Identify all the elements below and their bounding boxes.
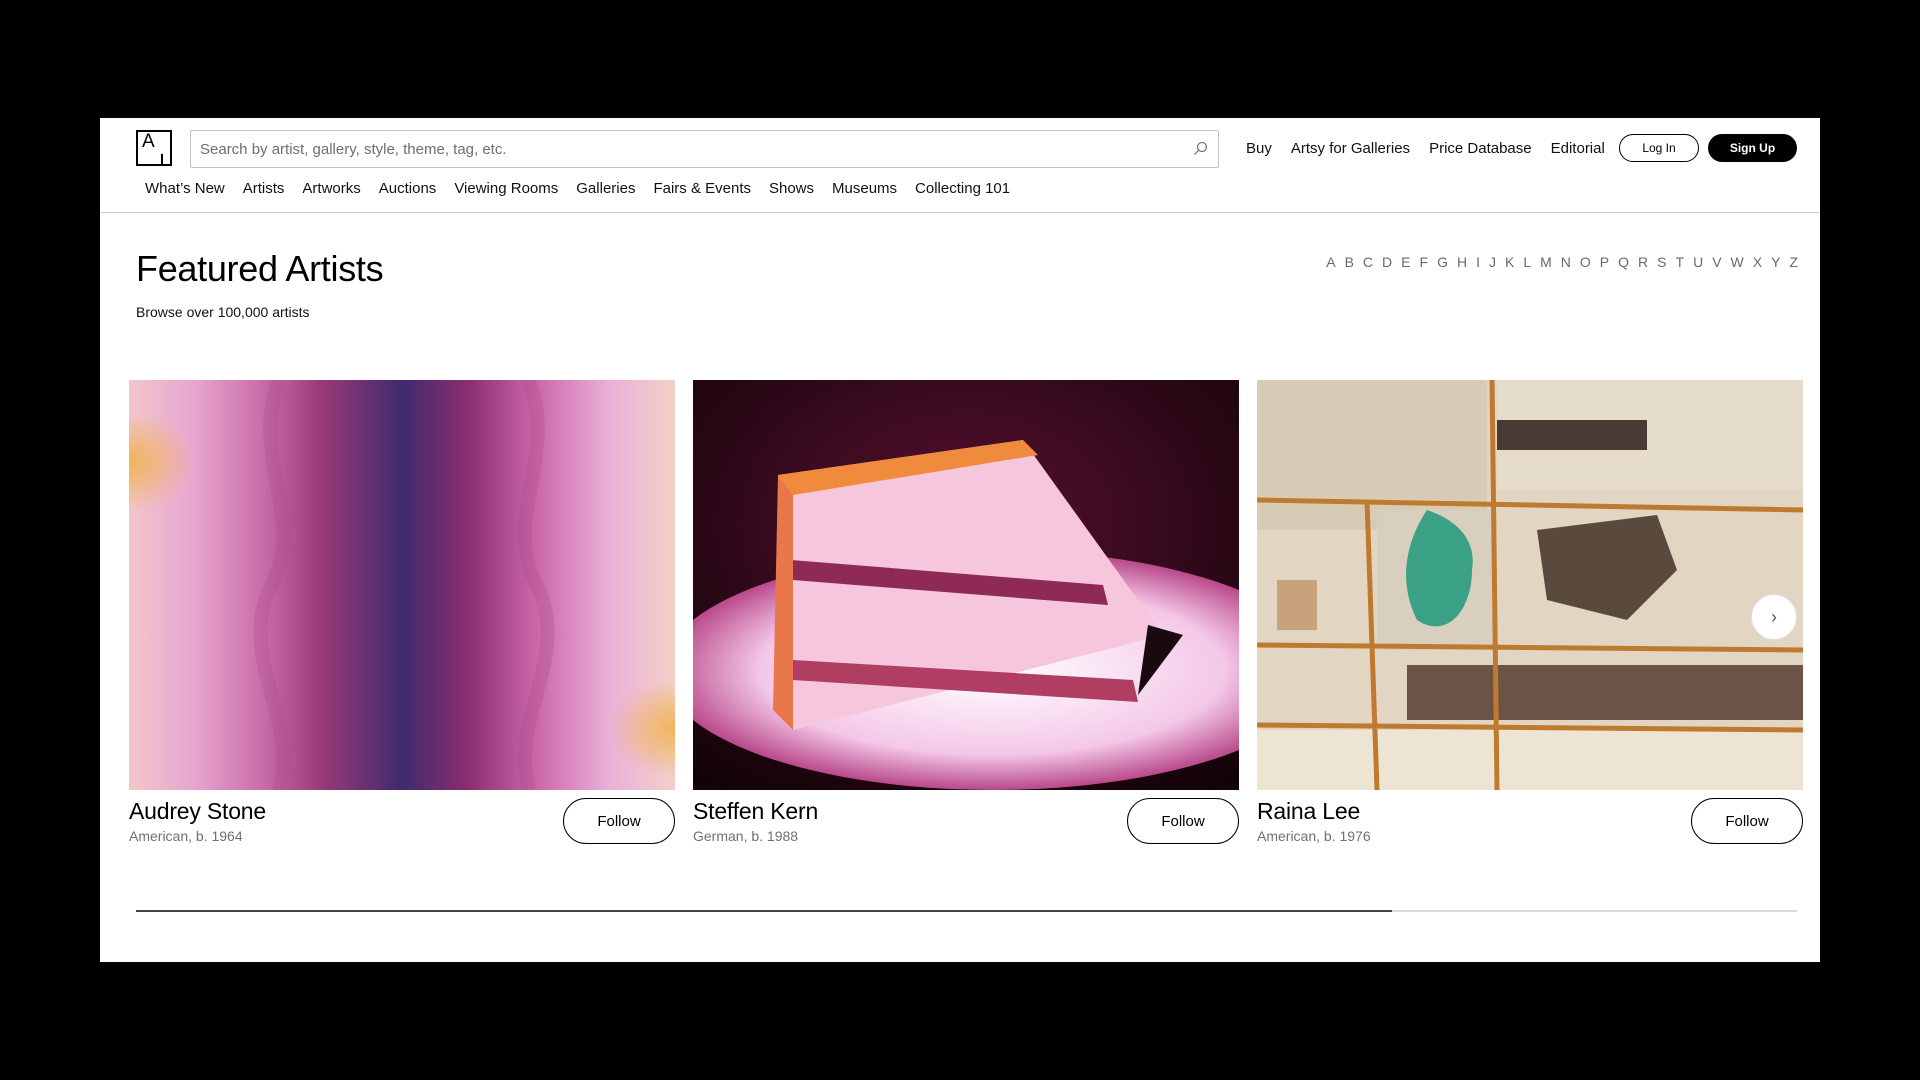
- letter-link[interactable]: B: [1345, 254, 1354, 270]
- artist-meta: American, b. 1976: [1257, 828, 1371, 844]
- nav-auctions[interactable]: Auctions: [379, 180, 437, 198]
- letter-link[interactable]: N: [1561, 254, 1571, 270]
- carousel-progress-fill: [136, 910, 1392, 912]
- letter-link[interactable]: E: [1401, 254, 1410, 270]
- page: A Buy Artsy for Galleries Price Database…: [100, 118, 1820, 962]
- nav-collecting-101[interactable]: Collecting 101: [915, 180, 1010, 198]
- letter-link[interactable]: P: [1600, 254, 1609, 270]
- follow-button[interactable]: Follow: [563, 798, 675, 844]
- artist-card[interactable]: Steffen Kern German, b. 1988 Follow: [693, 380, 1239, 850]
- nav-whats-new[interactable]: What’s New: [145, 180, 225, 198]
- nav-viewing-rooms[interactable]: Viewing Rooms: [454, 180, 558, 198]
- letter-link[interactable]: A: [1326, 254, 1335, 270]
- letter-link[interactable]: L: [1523, 254, 1531, 270]
- letter-link[interactable]: U: [1693, 254, 1703, 270]
- letter-link[interactable]: R: [1638, 254, 1648, 270]
- letter-link[interactable]: I: [1476, 254, 1480, 270]
- search-input[interactable]: [191, 131, 1218, 167]
- main-nav: What’s New Artists Artworks Auctions Vie…: [145, 180, 1028, 198]
- follow-button[interactable]: Follow: [1127, 798, 1239, 844]
- letter-link[interactable]: M: [1540, 254, 1552, 270]
- top-link-buy[interactable]: Buy: [1246, 138, 1272, 160]
- artwork-image[interactable]: [1257, 380, 1803, 790]
- artist-meta: American, b. 1964: [129, 828, 243, 844]
- letter-link[interactable]: D: [1382, 254, 1392, 270]
- header: A Buy Artsy for Galleries Price Database…: [100, 118, 1820, 213]
- letter-link[interactable]: Y: [1771, 254, 1780, 270]
- nav-artists[interactable]: Artists: [243, 180, 285, 198]
- top-link-price-database[interactable]: Price Database: [1429, 138, 1532, 160]
- letter-link[interactable]: V: [1712, 254, 1721, 270]
- top-link-artsy-for-galleries[interactable]: Artsy for Galleries: [1291, 138, 1410, 160]
- letter-link[interactable]: S: [1657, 254, 1666, 270]
- letter-link[interactable]: F: [1420, 254, 1429, 270]
- artwork-image[interactable]: [129, 380, 675, 790]
- nav-shows[interactable]: Shows: [769, 180, 814, 198]
- search-icon[interactable]: [1192, 140, 1210, 158]
- artwork-image[interactable]: [693, 380, 1239, 790]
- letter-link[interactable]: C: [1363, 254, 1373, 270]
- chevron-right-icon: ›: [1771, 606, 1777, 627]
- artist-name[interactable]: Audrey Stone: [129, 798, 266, 825]
- letter-link[interactable]: Z: [1789, 254, 1798, 270]
- letter-link[interactable]: Q: [1618, 254, 1629, 270]
- letter-link[interactable]: H: [1457, 254, 1467, 270]
- artist-card[interactable]: Raina Lee American, b. 1976 Follow: [1257, 380, 1803, 850]
- artist-meta: German, b. 1988: [693, 828, 799, 844]
- alphabet-nav: A B C D E F G H I J K L M N O P Q R S T …: [1317, 254, 1798, 270]
- artsy-logo[interactable]: A: [136, 130, 172, 166]
- follow-button[interactable]: Follow: [1691, 798, 1803, 844]
- signup-button[interactable]: Sign Up: [1708, 134, 1797, 162]
- letter-link[interactable]: T: [1676, 254, 1685, 270]
- letter-link[interactable]: K: [1505, 254, 1514, 270]
- carousel-progress: [136, 910, 1797, 912]
- letter-link[interactable]: O: [1580, 254, 1591, 270]
- page-subtitle: Browse over 100,000 artists: [136, 304, 310, 320]
- nav-artworks[interactable]: Artworks: [302, 180, 360, 198]
- artist-card[interactable]: Audrey Stone American, b. 1964 Follow: [129, 380, 675, 850]
- carousel-next-button[interactable]: ›: [1751, 594, 1797, 640]
- page-title: Featured Artists: [136, 248, 384, 289]
- login-button[interactable]: Log In: [1619, 134, 1699, 162]
- top-link-editorial[interactable]: Editorial: [1551, 138, 1605, 160]
- top-links: Buy Artsy for Galleries Price Database E…: [1246, 138, 1624, 160]
- artist-carousel: Audrey Stone American, b. 1964 Follow St…: [129, 380, 1804, 860]
- letter-link[interactable]: X: [1753, 254, 1762, 270]
- search-bar: [190, 130, 1219, 168]
- nav-galleries[interactable]: Galleries: [576, 180, 635, 198]
- letter-link[interactable]: J: [1489, 254, 1496, 270]
- nav-museums[interactable]: Museums: [832, 180, 897, 198]
- nav-fairs-events[interactable]: Fairs & Events: [653, 180, 751, 198]
- artist-name[interactable]: Steffen Kern: [693, 798, 818, 825]
- artist-name[interactable]: Raina Lee: [1257, 798, 1360, 825]
- letter-link[interactable]: G: [1437, 254, 1448, 270]
- letter-link[interactable]: W: [1731, 254, 1744, 270]
